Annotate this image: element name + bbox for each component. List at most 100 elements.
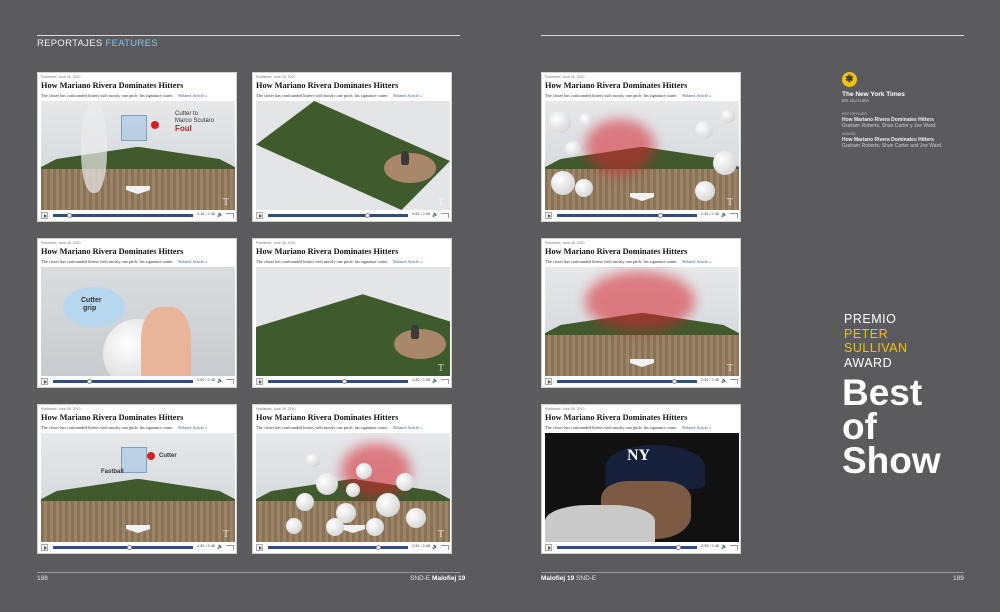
scrubber-handle[interactable] [342,379,348,384]
subtitle-text: The closer has confounded hitters with m… [41,425,174,430]
speaker-icon[interactable]: 🔈 [721,378,727,384]
footer-pub-left: SND-E Malofiej 19 [410,575,465,582]
video-time: 1:30 / 2:48 [197,544,215,548]
progress-bar[interactable] [557,213,697,218]
article-title[interactable]: How Mariano Rivera Dominates Hitters [256,247,398,256]
fullscreen-icon[interactable] [441,379,449,384]
scrubber-handle[interactable] [671,379,677,384]
progress-bar[interactable] [53,213,193,218]
pitch-density-cloud [585,119,655,174]
progress-bar[interactable] [268,379,408,384]
footer-rule-left [37,572,460,573]
video-frame[interactable]: Cutter grip [41,267,235,376]
play-icon[interactable] [256,378,263,385]
fullscreen-icon[interactable] [441,545,449,550]
related-article-link[interactable]: Related Article » [393,93,422,98]
video-controls: 1:30 / 2:48 🔈 [41,544,235,551]
related-article-link[interactable]: Related Article » [178,93,207,98]
video-frame[interactable]: T [256,101,450,210]
subtitle-text: The closer has confounded hitters with m… [41,259,174,264]
subtitle-text: The closer has confounded hitters with m… [41,93,174,98]
related-article-link[interactable]: Related Article » [682,259,711,264]
footer-rule-right [541,572,964,573]
video-frame[interactable]: T [256,267,450,376]
fullscreen-icon[interactable] [441,213,449,218]
scrubber-handle[interactable] [66,213,72,218]
pitch-ball [151,121,159,129]
article-title[interactable]: How Mariano Rivera Dominates Hitters [545,81,687,90]
video-frame[interactable]: Cutter Fastball T [41,433,235,542]
video-screenshot-card: Published: June 26, 2010 How Mariano Rive… [37,404,237,554]
play-icon[interactable] [256,212,263,219]
video-frame[interactable]: Cutter to Marco Scutaro Foul T [41,101,235,210]
section-label-es: REPORTAJES [37,38,103,49]
video-controls: 0:50 / 2:48 🔈 [41,378,235,385]
scrubber-handle[interactable] [376,545,381,550]
article-title[interactable]: How Mariano Rivera Dominates Hitters [256,413,398,422]
fullscreen-icon[interactable] [226,213,234,218]
speaker-icon[interactable]: 🔈 [432,544,438,550]
video-frame[interactable]: NY [545,433,739,542]
subtitle-text: The closer has confounded hitters with m… [256,425,389,430]
article-title[interactable]: How Mariano Rivera Dominates Hitters [256,81,398,90]
article-title[interactable]: How Mariano Rivera Dominates Hitters [545,247,687,256]
fullscreen-icon[interactable] [730,379,738,384]
play-icon[interactable] [41,378,48,385]
related-article-link[interactable]: Related Article » [178,425,207,430]
play-icon[interactable] [545,212,552,219]
speaker-icon[interactable]: 🔈 [217,378,223,384]
scrubber-handle[interactable] [658,213,664,218]
fullscreen-icon[interactable] [730,213,738,218]
article-title[interactable]: How Mariano Rivera Dominates Hitters [41,81,183,90]
speaker-icon[interactable]: 🔈 [721,544,727,550]
scrubber-handle[interactable] [365,213,371,218]
scrubber-handle[interactable] [86,379,92,384]
speaker-icon[interactable]: 🔈 [217,544,223,550]
fullscreen-icon[interactable] [226,379,234,384]
annotation-fastball: Fastball [101,469,124,475]
fullscreen-icon[interactable] [730,545,738,550]
progress-bar[interactable] [268,213,408,218]
subtitle-text: The closer has confounded hitters with m… [545,93,678,98]
speaker-icon[interactable]: 🔈 [432,378,438,384]
video-screenshot-card: Published: June 26, 2010 How Mariano Rive… [37,72,237,222]
play-icon[interactable] [256,544,263,551]
article-subtitle: The closer has confounded hitters with m… [41,259,207,264]
progress-bar[interactable] [53,379,193,384]
pitchers-mound [384,153,436,183]
related-article-link[interactable]: Related Article » [682,93,711,98]
video-frame[interactable]: T [545,267,739,376]
play-icon[interactable] [545,544,552,551]
related-article-link[interactable]: Related Article » [393,259,422,264]
article-title[interactable]: How Mariano Rivera Dominates Hitters [41,247,183,256]
related-article-link[interactable]: Related Article » [393,425,422,430]
baseball [296,493,314,511]
play-icon[interactable] [41,544,48,551]
article-title[interactable]: How Mariano Rivera Dominates Hitters [545,413,687,422]
subtitle-text: The closer has confounded hitters with m… [256,259,389,264]
speaker-icon[interactable]: 🔈 [217,212,223,218]
article-title[interactable]: How Mariano Rivera Dominates Hitters [41,413,183,422]
progress-bar[interactable] [53,545,193,550]
fullscreen-icon[interactable] [226,545,234,550]
speaker-icon[interactable]: 🔈 [721,212,727,218]
video-frame[interactable]: T [256,433,450,542]
scrubber-handle[interactable] [127,545,133,550]
subtitle-text: The closer has confounded hitters with m… [545,259,678,264]
related-article-link[interactable]: Related Article » [178,259,207,264]
scrubber-handle[interactable] [675,545,681,550]
baseball [549,111,571,133]
progress-bar[interactable] [557,545,697,550]
video-frame[interactable]: T [545,101,739,210]
progress-bar[interactable] [557,379,697,384]
pitcher-figure [401,151,409,165]
related-article-link[interactable]: Related Article » [682,425,711,430]
credit-names-es: Graham Roberts, Shan Carter y Joe Ward. [842,123,937,130]
progress-bar[interactable] [268,545,408,550]
play-icon[interactable] [41,212,48,219]
speaker-icon[interactable]: 🔈 [432,212,438,218]
baseball [406,508,426,528]
nyt-watermark: T [726,197,733,208]
play-icon[interactable] [545,378,552,385]
strike-zone [121,115,147,141]
